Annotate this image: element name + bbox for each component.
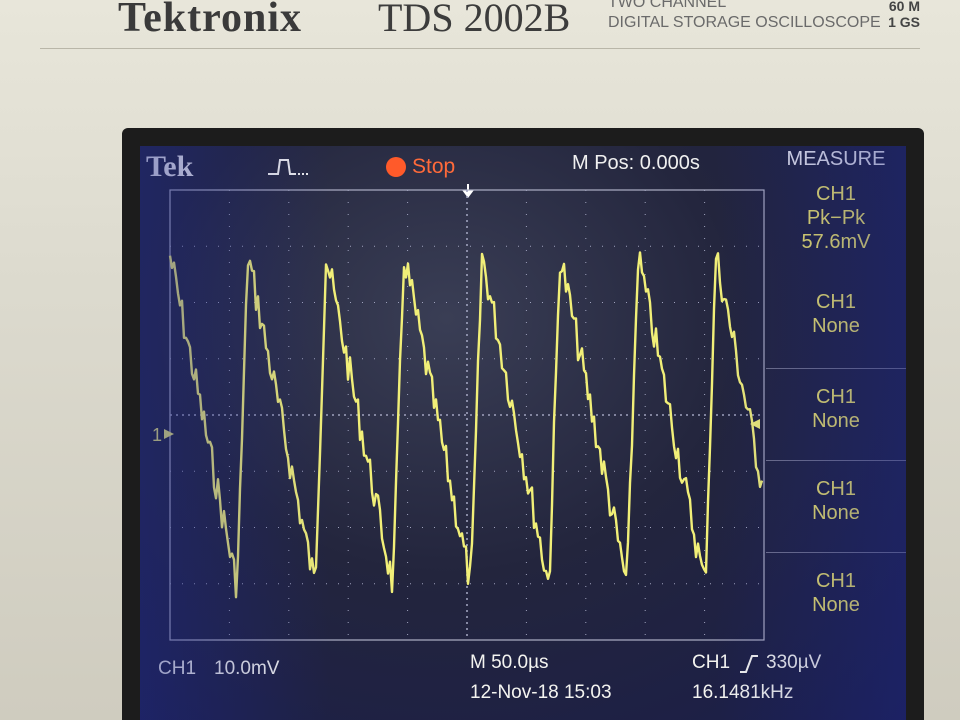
trigger-frequency: 16.1481kHz bbox=[692, 682, 794, 703]
measure-slot-source: CH1 bbox=[815, 183, 856, 205]
spec-bandwidth: 60 M bbox=[888, 0, 920, 14]
ch1-label: CH1 bbox=[158, 658, 197, 679]
measure-slot-value: 57.6mV bbox=[801, 231, 871, 253]
measure-slot-source: CH1 bbox=[815, 386, 856, 408]
measure-slot-2[interactable]: CH1 None bbox=[766, 274, 906, 338]
channel-1-marker-arrow-icon bbox=[164, 429, 174, 439]
waveform-display: 1 bbox=[152, 189, 765, 641]
measure-slot-5[interactable]: CH1 None bbox=[766, 552, 906, 617]
brand-logo: Tektronix bbox=[118, 0, 303, 41]
measure-slot-4[interactable]: CH1 None bbox=[766, 460, 906, 525]
measure-menu: MEASURE CH1 Pk−Pk 57.6mV CH1 None CH1 No… bbox=[766, 146, 906, 720]
measure-slot-source: CH1 bbox=[815, 478, 856, 500]
model-subtitle-2: DIGITAL STORAGE OSCILLOSCOPE bbox=[608, 14, 881, 31]
measure-slot-3[interactable]: CH1 None bbox=[766, 368, 906, 433]
measure-slot-source: CH1 bbox=[815, 570, 856, 592]
ch1-volts-per-div: 10.0mV bbox=[214, 658, 280, 679]
measure-slot-1[interactable]: CH1 Pk−Pk 57.6mV bbox=[766, 182, 906, 254]
measure-slot-type: None bbox=[812, 502, 860, 524]
measure-slot-type: None bbox=[812, 594, 860, 616]
trigger-source: CH1 bbox=[692, 652, 731, 673]
measure-slot-type: None bbox=[812, 315, 860, 337]
measure-slot-type: Pk−Pk bbox=[806, 207, 866, 229]
model-subtitle-1: TWO CHANNEL bbox=[608, 0, 727, 11]
ch1-waveform-trace bbox=[168, 251, 764, 599]
brand-strip: Tektronix TDS 2002B TWO CHANNEL DIGITAL … bbox=[40, 0, 920, 49]
measure-slot-source: CH1 bbox=[815, 291, 856, 313]
date-time: 12-Nov-18 15:03 bbox=[470, 682, 612, 703]
timebase: M 50.0µs bbox=[470, 652, 549, 673]
channel-1-marker-label: 1 bbox=[152, 425, 162, 445]
model-name: TDS 2002B bbox=[378, 0, 571, 40]
channel-1-marker: 1 bbox=[152, 425, 174, 445]
trigger-level: 330µV bbox=[766, 652, 822, 673]
spec-sample-rate: 1 GS bbox=[888, 14, 920, 30]
measure-menu-title: MEASURE bbox=[786, 148, 886, 170]
rising-edge-icon bbox=[740, 655, 758, 673]
measure-slot-type: None bbox=[812, 410, 860, 432]
scope-screen: Tek Stop M Pos: 0.000s 1 MEASURE CH1 Pk− bbox=[140, 146, 906, 720]
